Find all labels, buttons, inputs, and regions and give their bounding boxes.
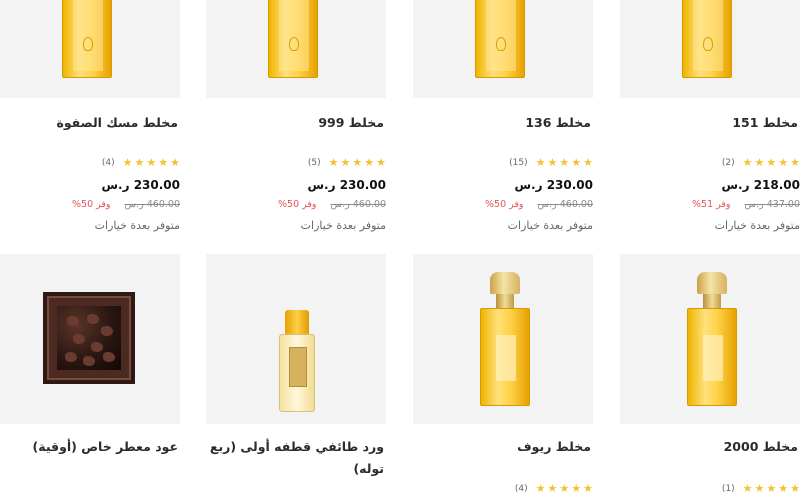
rating-count: (1) xyxy=(721,484,735,494)
star-icon: ★ xyxy=(547,156,558,169)
rating-count: (4) xyxy=(514,484,528,494)
star-icon: ★ xyxy=(766,156,777,169)
availability-text: متوفر بعدة خيارات xyxy=(714,219,800,232)
star-icon: ★ xyxy=(364,156,375,169)
rating: ★ ★ ★ ★ ★ (4) xyxy=(515,482,593,496)
oil-vial-image xyxy=(279,310,315,412)
product-image[interactable] xyxy=(206,254,386,424)
star-icon: ★ xyxy=(340,156,351,169)
star-icon: ★ xyxy=(571,482,582,495)
star-icon: ★ xyxy=(376,156,386,169)
save-badge: وفر 50% xyxy=(72,199,111,210)
product-image[interactable] xyxy=(0,254,180,424)
product-name[interactable]: مخلط 151 xyxy=(620,112,798,134)
discount-line: 460.00 ر.س وفر 50% xyxy=(72,199,180,210)
star-icon: ★ xyxy=(778,482,789,495)
availability-text: متوفر بعدة خيارات xyxy=(300,219,386,232)
save-badge: وفر 51% xyxy=(692,199,731,210)
product-card[interactable]: مخلط ريوف ★ ★ ★ ★ ★ (4) xyxy=(413,254,593,500)
star-icon: ★ xyxy=(790,156,800,169)
product-name[interactable]: مخلط 999 xyxy=(206,112,384,134)
product-name[interactable]: مخلط 2000 xyxy=(620,436,798,458)
perfume-bottle-image xyxy=(682,0,732,80)
save-badge: وفر 50% xyxy=(278,199,317,210)
oud-box-image xyxy=(43,292,135,384)
product-name[interactable]: مخلط 136 xyxy=(413,112,591,134)
rating: ★ ★ ★ ★ ★ (4) xyxy=(102,156,180,170)
old-price: 460.00 ر.س xyxy=(330,199,386,210)
perfume-bottle-image xyxy=(478,272,532,408)
product-name[interactable]: مخلط مسك الصفوة xyxy=(0,112,178,134)
star-icon: ★ xyxy=(583,482,593,495)
availability-text: متوفر بعدة خيارات xyxy=(94,219,180,232)
star-icon: ★ xyxy=(583,156,593,169)
star-icon: ★ xyxy=(754,482,765,495)
star-icon: ★ xyxy=(122,156,133,169)
product-card[interactable]: مخلط 151 ★ ★ ★ ★ ★ (2) 218.00 ر.س 437.00… xyxy=(620,0,800,250)
price: 230.00 ر.س xyxy=(307,178,386,192)
star-icon: ★ xyxy=(754,156,765,169)
product-name[interactable]: عود معطر خاص (أوقية) xyxy=(0,436,178,458)
star-icon: ★ xyxy=(146,156,157,169)
rating-count: (15) xyxy=(509,158,528,168)
rating: ★ ★ ★ ★ ★ (5) xyxy=(308,156,386,170)
rating: ★ ★ ★ ★ ★ (2) xyxy=(722,156,800,170)
product-image[interactable] xyxy=(413,254,593,424)
star-icon: ★ xyxy=(535,482,546,495)
old-price: 460.00 ر.س xyxy=(537,199,593,210)
star-icon: ★ xyxy=(766,482,777,495)
save-badge: وفر 50% xyxy=(485,199,524,210)
star-icon: ★ xyxy=(559,156,570,169)
discount-line: 437.00 ر.س وفر 51% xyxy=(692,199,800,210)
product-card[interactable]: مخلط 2000 ★ ★ ★ ★ ★ (1) xyxy=(620,254,800,500)
rating-count: (5) xyxy=(307,158,321,168)
product-image[interactable] xyxy=(206,0,386,98)
star-icon: ★ xyxy=(134,156,145,169)
star-icon: ★ xyxy=(571,156,582,169)
price: 230.00 ر.س xyxy=(101,178,180,192)
product-image[interactable] xyxy=(620,0,800,98)
rating: ★ ★ ★ ★ ★ (15) xyxy=(509,156,593,170)
product-image[interactable] xyxy=(0,0,180,98)
product-card[interactable]: عود معطر خاص (أوقية) xyxy=(0,254,180,500)
product-name[interactable]: ورد طائفي قطفه أولى (ربع توله) xyxy=(206,436,384,480)
old-price: 460.00 ر.س xyxy=(124,199,180,210)
perfume-bottle-image xyxy=(62,0,112,80)
discount-line: 460.00 ر.س وفر 50% xyxy=(485,199,593,210)
star-icon: ★ xyxy=(742,482,753,495)
star-icon: ★ xyxy=(352,156,363,169)
star-icon: ★ xyxy=(170,156,180,169)
perfume-bottle-image xyxy=(475,0,525,80)
star-icon: ★ xyxy=(328,156,339,169)
perfume-bottle-image xyxy=(685,272,739,408)
star-icon: ★ xyxy=(559,482,570,495)
product-card[interactable]: ورد طائفي قطفه أولى (ربع توله) xyxy=(206,254,386,500)
star-icon: ★ xyxy=(535,156,546,169)
product-name[interactable]: مخلط ريوف xyxy=(413,436,591,458)
price: 218.00 ر.س xyxy=(721,178,800,192)
product-image[interactable] xyxy=(413,0,593,98)
product-card[interactable]: مخلط 999 ★ ★ ★ ★ ★ (5) 230.00 ر.س 460.00… xyxy=(206,0,386,250)
product-card[interactable]: مخلط 136 ★ ★ ★ ★ ★ (15) 230.00 ر.س 460.0… xyxy=(413,0,593,250)
rating-count: (2) xyxy=(721,158,735,168)
price: 230.00 ر.س xyxy=(514,178,593,192)
rating: ★ ★ ★ ★ ★ (1) xyxy=(722,482,800,496)
star-icon: ★ xyxy=(790,482,800,495)
old-price: 437.00 ر.س xyxy=(744,199,800,210)
star-icon: ★ xyxy=(547,482,558,495)
perfume-bottle-image xyxy=(268,0,318,80)
rating-count: (4) xyxy=(101,158,115,168)
product-grid: مخلط 151 ★ ★ ★ ★ ★ (2) 218.00 ر.س 437.00… xyxy=(0,0,800,500)
availability-text: متوفر بعدة خيارات xyxy=(507,219,593,232)
discount-line: 460.00 ر.س وفر 50% xyxy=(278,199,386,210)
star-icon: ★ xyxy=(742,156,753,169)
star-icon: ★ xyxy=(778,156,789,169)
product-card[interactable]: مخلط مسك الصفوة ★ ★ ★ ★ ★ (4) 230.00 ر.س… xyxy=(0,0,180,250)
product-image[interactable] xyxy=(620,254,800,424)
star-icon: ★ xyxy=(158,156,169,169)
